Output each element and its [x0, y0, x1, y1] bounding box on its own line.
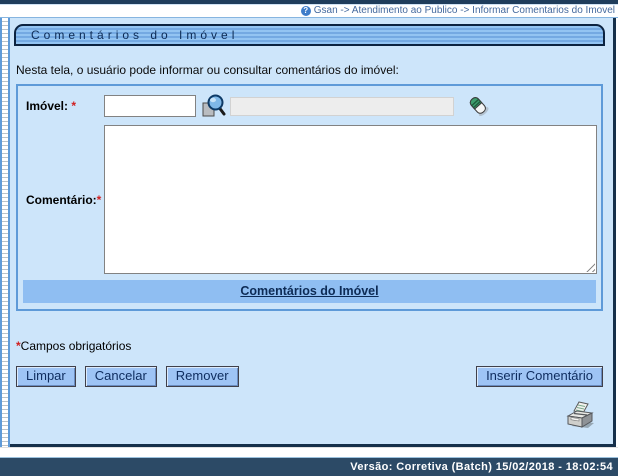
- search-icon: [199, 93, 226, 120]
- comment-form: Imóvel: *: [16, 84, 603, 311]
- clear-imovel-button[interactable]: [466, 94, 490, 119]
- footer-spacer: [0, 447, 618, 457]
- inserir-comentario-button[interactable]: Inserir Comentário: [476, 366, 603, 387]
- action-buttons: Limpar Cancelar Remover Inserir Comentár…: [16, 366, 603, 387]
- comentario-required-asterisk: *: [97, 193, 102, 207]
- search-imovel-button[interactable]: [199, 93, 226, 120]
- main-content: Comentários do Imóvel Nesta tela, o usuá…: [10, 18, 616, 447]
- breadcrumb-text: Gsan -> Atendimento ao Publico -> Inform…: [314, 5, 615, 16]
- comentario-label: Comentário:*: [22, 193, 104, 207]
- version-bar: Versão: Corretiva (Batch) 15/02/2018 - 1…: [0, 457, 618, 476]
- page-title-text: Comentários do Imóvel: [31, 28, 238, 42]
- help-icon[interactable]: ?: [301, 6, 311, 16]
- gsan-window: ?Gsan -> Atendimento ao Publico -> Infor…: [0, 0, 618, 476]
- eraser-icon: [466, 94, 490, 119]
- imovel-comments-link[interactable]: Comentários do Imóvel: [240, 284, 378, 298]
- cancelar-button[interactable]: Cancelar: [85, 366, 157, 387]
- required-fields-note: *Campos obrigatórios: [16, 339, 605, 353]
- printer-icon[interactable]: [563, 400, 597, 432]
- print-area: [14, 400, 597, 437]
- imovel-comments-link-bar: Comentários do Imóvel: [23, 280, 596, 303]
- imovel-description-field: [230, 97, 454, 116]
- intro-text: Nesta tela, o usuário pode informar ou c…: [16, 63, 605, 77]
- page-title: Comentários do Imóvel: [14, 24, 605, 46]
- imovel-input[interactable]: [104, 95, 196, 117]
- version-text: Versão: Corretiva (Batch) 15/02/2018 - 1…: [350, 461, 613, 473]
- frame-resize-grip[interactable]: [0, 18, 10, 447]
- imovel-label: Imóvel: *: [22, 99, 104, 113]
- breadcrumb: ?Gsan -> Atendimento ao Publico -> Infor…: [0, 5, 618, 18]
- comentario-textarea[interactable]: [104, 125, 597, 274]
- imovel-required-asterisk: *: [68, 99, 76, 113]
- limpar-button[interactable]: Limpar: [16, 366, 76, 387]
- remover-button[interactable]: Remover: [166, 366, 239, 387]
